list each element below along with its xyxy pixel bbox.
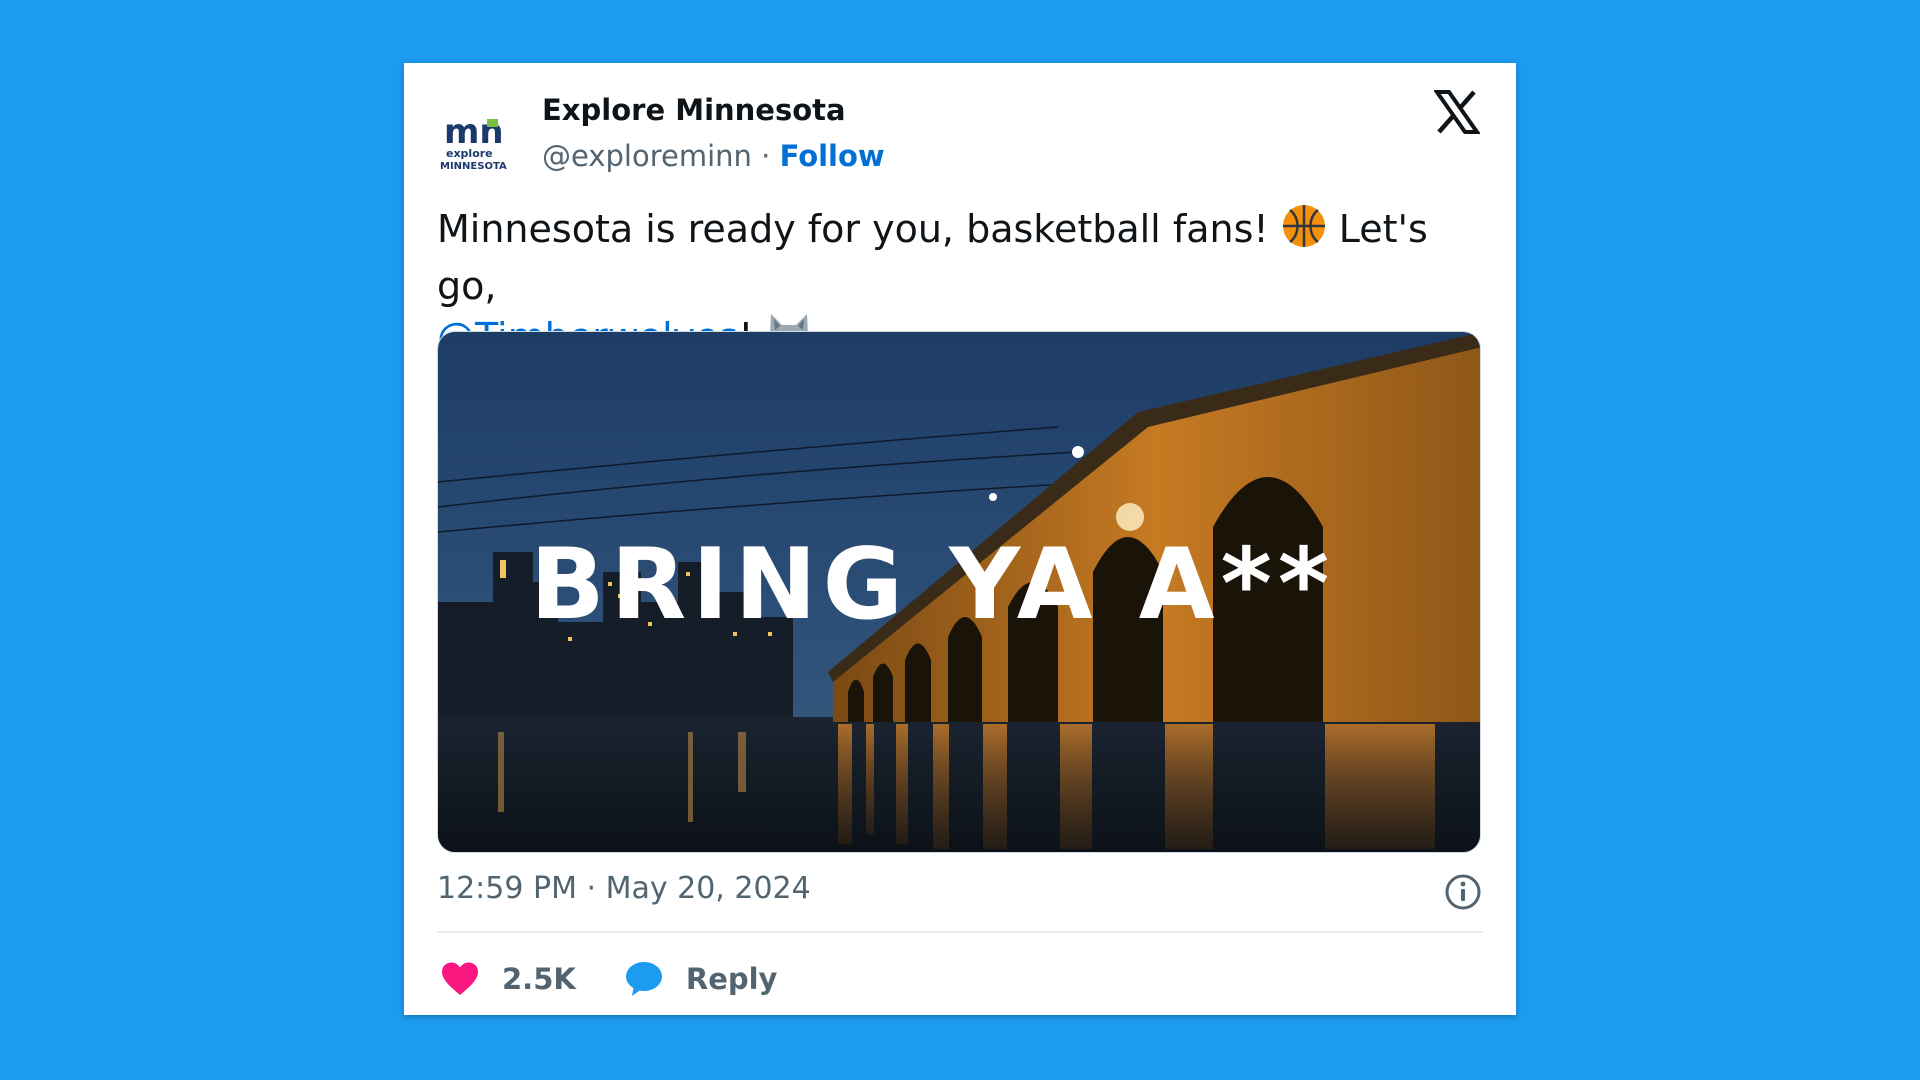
timestamp-time: 12:59 PM	[437, 871, 577, 906]
display-name[interactable]: Explore Minnesota	[542, 93, 846, 127]
handle-separator: ·	[751, 139, 780, 173]
avatar-logo-text: mn	[444, 112, 504, 152]
reply-label: Reply	[685, 962, 778, 996]
tweet-actions: 2.5K Reply	[440, 949, 777, 1009]
tweet-text-part1: Minnesota is ready for you, basketball f…	[437, 207, 1281, 251]
avatar-logo-accent	[487, 119, 498, 127]
avatar-sub-line1: explore	[446, 147, 493, 160]
avatar[interactable]: mn explore MINNESOTA	[440, 109, 528, 181]
handle[interactable]: @exploreminn	[542, 139, 752, 173]
explore-minnesota-logo: mn explore MINNESOTA	[440, 112, 507, 172]
info-icon[interactable]	[1444, 873, 1482, 911]
tweet-card: mn explore MINNESOTA Explore Minnesota @…	[404, 63, 1516, 1015]
divider	[437, 931, 1483, 933]
tweet-timestamp[interactable]: 12:59 PM · May 20, 2024	[437, 871, 811, 906]
follow-button[interactable]: Follow	[780, 139, 885, 173]
reply-button[interactable]: Reply	[624, 960, 778, 998]
basketball-emoji-icon	[1281, 203, 1327, 261]
reply-bubble-icon	[625, 962, 662, 996]
like-button[interactable]: 2.5K	[440, 961, 576, 997]
handle-row: @exploreminn · Follow	[542, 139, 885, 173]
tweet-media-image[interactable]: BRING YA A**	[437, 331, 1481, 853]
avatar-sub-line2: MINNESOTA	[440, 161, 507, 172]
heart-icon	[442, 962, 478, 995]
media-overlay-text: BRING YA A**	[530, 528, 1336, 642]
timestamp-date: May 20, 2024	[605, 871, 811, 906]
timestamp-separator: ·	[576, 871, 606, 906]
likes-count: 2.5K	[502, 962, 576, 996]
x-logo-icon[interactable]	[1433, 89, 1481, 135]
